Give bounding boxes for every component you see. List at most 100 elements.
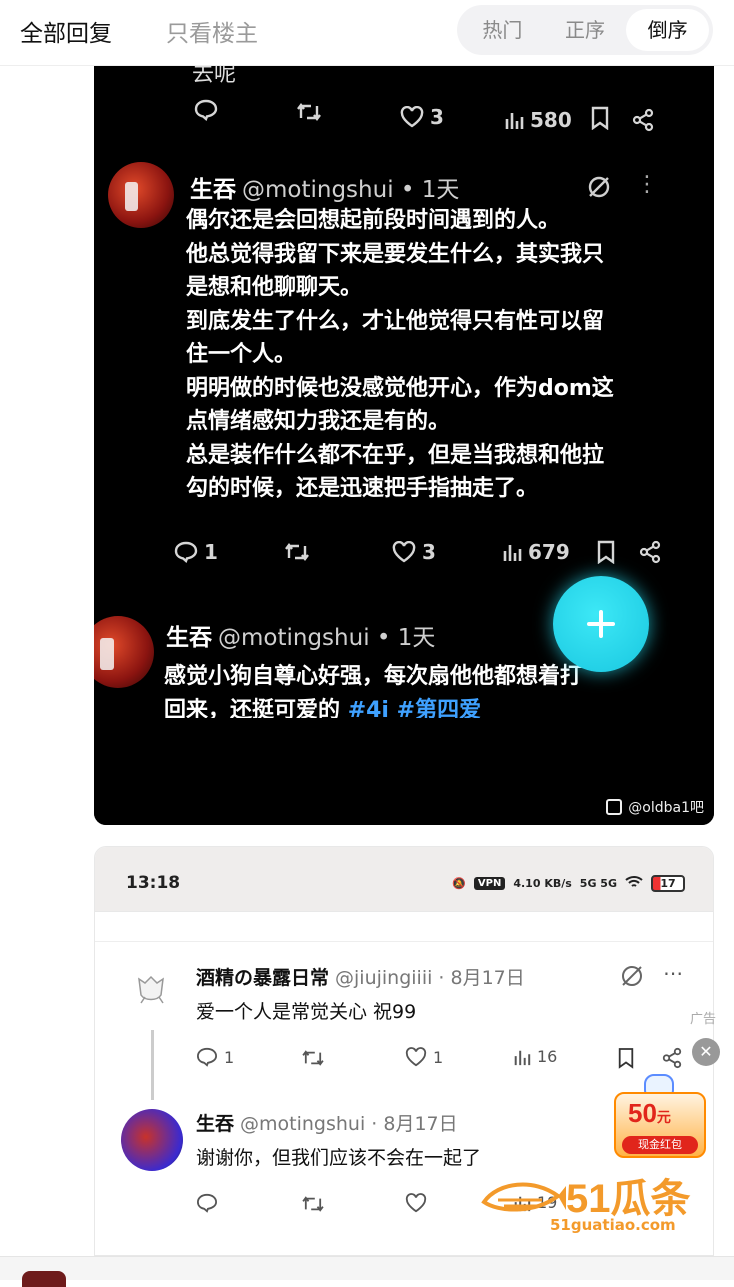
avatar[interactable] (22, 1271, 66, 1287)
site-watermark: 51瓜条 51guatiao.com (480, 1166, 710, 1236)
embedded-screenshot-dark: 去呢 3 580 生吞 @motingshui • 1天 ⋮ 偶尔还是会回想起前段… (94, 66, 714, 825)
view-count: 679 (528, 540, 570, 564)
share-icon[interactable] (661, 1047, 683, 1069)
post-author: 生吞 @motingshui • 1天 (166, 618, 435, 652)
views-icon (503, 545, 522, 561)
sort-hot[interactable]: 热门 (461, 9, 544, 51)
cut-off-text: 去呢 (192, 66, 237, 87)
status-time: 13:18 (126, 873, 181, 893)
share-icon[interactable] (631, 108, 655, 132)
status-bar: 13:18 🔕 VPN 4.10 KB/s 5G 5G 17 (95, 847, 713, 911)
red-packet-ad[interactable]: 50元 现金红包 (614, 1074, 706, 1164)
battery-icon: 17 (651, 875, 685, 892)
more-options-icon[interactable]: ⋮ (636, 172, 658, 197)
post-line: 他总觉得我留下来是要发生什么，其实我只 (186, 241, 605, 267)
post-line: 勾的时候，还是迅速把手指抽走了。 (186, 476, 539, 501)
like-button[interactable]: 3 (400, 105, 444, 129)
site-url: 51guatiao.com (550, 1216, 676, 1234)
views-stat: 16 (513, 1047, 557, 1066)
ad-amount: 50元 (628, 1098, 671, 1128)
retweet-icon[interactable] (296, 102, 322, 122)
reply-text: 谢谢你，但我们应该不会在一起了 (196, 1147, 482, 1169)
vpn-badge: VPN (473, 877, 506, 890)
like-count: 3 (422, 540, 436, 564)
status-icons: 🔕 VPN 4.10 KB/s 5G 5G 17 (452, 875, 685, 892)
tieba-logo-icon (606, 799, 623, 815)
mute-icon: 🔕 (452, 877, 466, 890)
ad-label: 广告 (690, 1012, 717, 1027)
retweet-icon[interactable] (301, 1195, 325, 1213)
like-count: 1 (433, 1047, 444, 1067)
like-button[interactable]: 3 (392, 540, 436, 564)
author-name: 生吞 (190, 177, 236, 203)
post-line: 点情绪感知力我还是有的。 (186, 409, 451, 434)
views-icon (514, 1050, 531, 1065)
author-handle: @motingshui • 1天 (218, 625, 436, 651)
share-icon[interactable] (638, 540, 662, 564)
author-handle: @motingshui • 1天 (242, 177, 460, 203)
next-reply-preview (0, 1256, 734, 1287)
more-options-icon[interactable]: ⋯ (663, 961, 683, 985)
post-line: 感觉小狗自尊心好强，每次扇他他都想着打 (164, 664, 583, 689)
avatar[interactable] (94, 616, 154, 688)
net-speed: 4.10 KB/s (513, 877, 572, 890)
reply-author: 酒精の暴露日常 @jiujingiiii · 8月17日 (196, 963, 525, 990)
ad-cash-button[interactable]: 现金红包 (622, 1136, 698, 1154)
plus-icon (587, 610, 615, 638)
reply-icon[interactable] (194, 99, 218, 121)
post-line: 总是装作什么都不在乎，但是当我想和他拉 (186, 442, 605, 468)
post-text: 感觉小狗自尊心好强，每次扇他他都想着打 回来，还挺可爱的 #4i #第四爱 (164, 660, 582, 727)
views-stat: 580 (504, 108, 572, 132)
bookmark-icon[interactable] (590, 106, 610, 130)
author-name: 生吞 (166, 625, 212, 651)
avatar[interactable] (108, 162, 174, 228)
source-watermark: @oldba1吧 (606, 797, 704, 817)
signal-icon: 5G 5G (579, 877, 617, 890)
reply-button[interactable]: 1 (196, 1047, 234, 1067)
reply-count: 1 (224, 1047, 235, 1067)
avatar[interactable] (121, 1109, 183, 1171)
add-button[interactable] (553, 576, 649, 672)
sort-switch: 热门 正序 倒序 (457, 5, 713, 55)
views-icon (505, 113, 524, 129)
like-count: 3 (430, 105, 444, 129)
reply-text: 爱一个人是常觉关心 祝99 (196, 1001, 417, 1023)
reply-header: 全部回复 只看楼主 热门 正序 倒序 (0, 0, 734, 66)
reply-button[interactable]: 1 (174, 540, 218, 564)
views-stat: 679 (502, 540, 570, 564)
tab-all-replies[interactable]: 全部回复 (20, 14, 112, 48)
grok-icon[interactable] (619, 963, 645, 989)
heart-icon (405, 1047, 427, 1067)
view-count: 580 (530, 108, 572, 132)
author-handle: @motingshui · 8月17日 (240, 1113, 458, 1135)
wifi-icon (625, 875, 643, 892)
post-text: 偶尔还是会回想起前段时间遇到的人。 他总觉得我留下来是要发生什么，其实我只 是想… (186, 204, 614, 506)
reply-count: 1 (204, 540, 218, 564)
avatar[interactable] (133, 969, 171, 1007)
thread-line (151, 1030, 154, 1100)
tab-only-op[interactable]: 只看楼主 (166, 14, 258, 48)
retweet-icon[interactable] (301, 1049, 325, 1067)
heart-icon[interactable] (405, 1193, 427, 1213)
sort-asc[interactable]: 正序 (544, 9, 627, 51)
sort-desc[interactable]: 倒序 (626, 9, 710, 51)
like-button[interactable]: 1 (405, 1047, 443, 1067)
heart-icon (400, 106, 424, 128)
reply-icon[interactable] (196, 1193, 218, 1213)
retweet-icon[interactable] (284, 542, 310, 562)
reply-icon (174, 541, 198, 563)
grok-icon[interactable] (586, 174, 612, 200)
ad-close-button[interactable]: ✕ (692, 1038, 720, 1066)
post-line: 到底发生了什么，才让他觉得只有性可以留 (186, 308, 605, 334)
reply-icon (196, 1047, 218, 1067)
reply-author: 生吞 @motingshui · 8月17日 (196, 1109, 458, 1136)
post-line: 住一个人。 (186, 342, 297, 367)
bookmark-icon[interactable] (596, 540, 616, 564)
post-author: 生吞 @motingshui • 1天 (190, 170, 459, 204)
post-line: 明明做的时候也没感觉他开心，作为dom这 (186, 375, 614, 401)
author-handle: @jiujingiiii · 8月17日 (335, 967, 525, 989)
bookmark-icon[interactable] (617, 1047, 635, 1069)
view-count: 16 (537, 1047, 558, 1066)
post-line: 是想和他聊聊天。 (186, 275, 363, 300)
heart-icon (392, 541, 416, 563)
